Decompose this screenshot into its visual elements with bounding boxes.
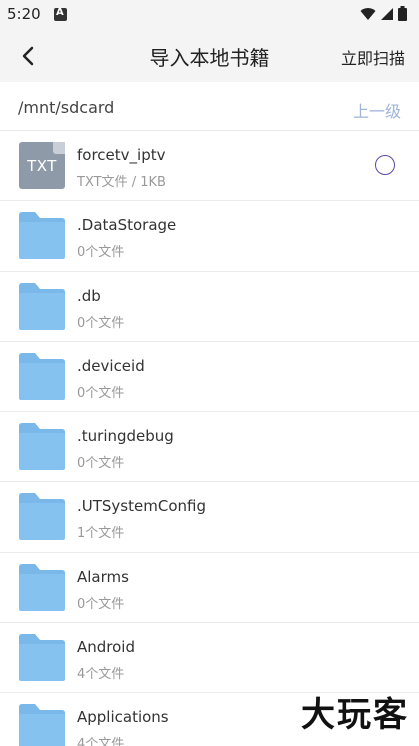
item-detail: 0个文件 (77, 456, 125, 472)
list-item-folder[interactable]: .UTSystemConfig 1个文件 (0, 482, 419, 553)
folder-icon (19, 563, 65, 611)
folder-icon (19, 423, 65, 471)
list-item-folder[interactable]: .DataStorage 0个文件 (0, 201, 419, 272)
item-detail: 0个文件 (77, 596, 125, 612)
folder-icon (19, 282, 65, 330)
item-name: Alarms (77, 567, 129, 586)
notification-icon (54, 7, 67, 21)
item-detail: 4个文件 (77, 667, 125, 683)
status-bar: 5:20 (0, 0, 419, 30)
folder-icon (19, 704, 65, 746)
item-name: Android (77, 638, 135, 657)
file-list: TXT forcetv_iptv TXT文件 / 1KB .DataStorag… (0, 131, 419, 746)
list-item-folder[interactable]: .deviceid 0个文件 (0, 342, 419, 413)
wifi-icon (360, 7, 376, 20)
item-name: .turingdebug (77, 427, 174, 446)
item-detail: 0个文件 (77, 315, 125, 331)
parent-folder-button[interactable]: 上一级 (353, 98, 401, 122)
signal-icon (381, 7, 393, 20)
txt-file-icon: TXT (19, 142, 65, 189)
item-name: .DataStorage (77, 216, 177, 235)
status-icons (360, 6, 407, 21)
item-detail: TXT文件 / 1KB (77, 175, 166, 190)
folder-icon (19, 493, 65, 541)
list-item-file[interactable]: TXT forcetv_iptv TXT文件 / 1KB (0, 131, 419, 202)
item-detail: 1个文件 (77, 526, 125, 542)
list-item-folder[interactable]: Alarms 0个文件 (0, 553, 419, 624)
app-header: 导入本地书籍 立即扫描 (0, 30, 419, 82)
item-name: .deviceid (77, 356, 145, 375)
item-detail: 0个文件 (77, 385, 125, 401)
item-name: Applications (77, 708, 169, 727)
list-item-folder[interactable]: Android 4个文件 (0, 623, 419, 694)
battery-icon (398, 6, 407, 21)
folder-icon (19, 212, 65, 260)
path-bar: /mnt/sdcard 上一级 (0, 82, 419, 131)
list-item-folder[interactable]: .db 0个文件 (0, 272, 419, 342)
status-time: 5:20 (7, 5, 41, 23)
item-name: .db (77, 286, 101, 305)
item-name: .UTSystemConfig (77, 497, 206, 516)
folder-icon (19, 352, 65, 400)
current-path: /mnt/sdcard (18, 98, 115, 117)
list-item-folder[interactable]: .turingdebug 0个文件 (0, 412, 419, 483)
watermark-logo: 大玩客 (301, 695, 409, 735)
item-detail: 0个文件 (77, 245, 125, 261)
scan-button[interactable]: 立即扫描 (341, 45, 405, 69)
folder-icon (19, 634, 65, 682)
item-detail: 4个文件 (77, 737, 125, 746)
item-name: forcetv_iptv (77, 146, 166, 164)
select-radio[interactable] (375, 155, 395, 175)
